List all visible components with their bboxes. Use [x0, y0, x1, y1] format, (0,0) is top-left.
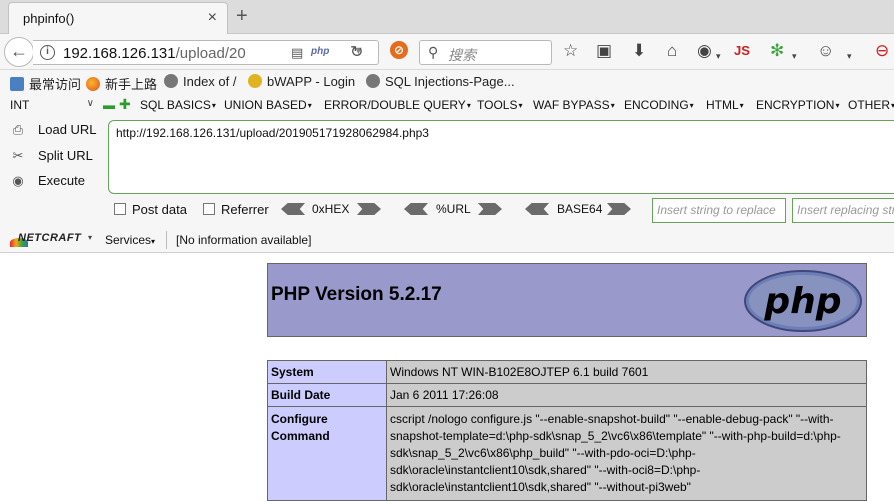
hackbar-url-value: http://192.168.126.131/upload/2019051719… — [116, 126, 429, 140]
addon-globe-icon[interactable]: ◉ — [697, 42, 712, 60]
insert-string-input[interactable]: Insert string to replace — [652, 198, 786, 223]
services-menu[interactable]: Services▾ — [105, 233, 155, 247]
replacing-string-input[interactable]: Insert replacing string — [792, 198, 894, 223]
back-arrow-icon[interactable]: ← — [4, 37, 34, 67]
menu-encoding[interactable]: ENCODING▾ — [624, 98, 694, 112]
menu-union-based[interactable]: UNION BASED▾ — [224, 98, 312, 112]
palette-icon[interactable]: ☺ — [817, 42, 834, 60]
divider — [166, 231, 167, 249]
close-tab-icon[interactable]: × — [208, 10, 217, 26]
plus-icon[interactable]: ✚ — [119, 96, 131, 113]
table-row: System Windows NT WIN-B102E8OJTEP 6.1 bu… — [267, 360, 867, 384]
post-data-checkbox[interactable]: Post data — [114, 202, 187, 217]
tab-phpinfo[interactable]: phpinfo() × — [8, 2, 228, 34]
bookmarks-bar: 最常访问 新手上路 Index of / bWAPP - Login SQL I… — [0, 70, 894, 95]
row-key: Configure Command — [267, 406, 387, 501]
php-logo-text: php — [763, 281, 841, 322]
execute-button[interactable]: ◉ Execute — [10, 173, 85, 189]
tab-title: phpinfo() — [23, 11, 75, 26]
url-decode-arrow-icon[interactable] — [404, 203, 428, 215]
php-logo-icon: php — [744, 270, 862, 332]
table-row: Configure Command cscript /nologo config… — [267, 406, 867, 501]
user-agent-dropdown-icon[interactable]: ▾ — [792, 47, 797, 65]
javascript-toggle-icon[interactable]: JS — [734, 43, 750, 58]
page-title: PHP Version 5.2.17 — [271, 284, 442, 305]
globe-icon — [366, 74, 380, 88]
row-value: cscript /nologo configure.js "--enable-s… — [386, 406, 867, 501]
url-label: %URL — [436, 202, 471, 216]
firefox-icon — [86, 77, 100, 91]
bookmark-sql-injections[interactable]: SQL Injections-Page... — [366, 74, 515, 89]
block-icon[interactable]: ⊖ — [875, 42, 889, 60]
row-value: Windows NT WIN-B102E8OJTEP 6.1 build 760… — [386, 360, 867, 384]
site-info-text: [No information available] — [176, 233, 312, 247]
phpinfo-table: System Windows NT WIN-B102E8OJTEP 6.1 bu… — [267, 360, 867, 501]
minus-icon[interactable]: ▬ — [103, 98, 115, 112]
netcraft-toolbar: NETCRAFT ▾ Services▾ [No information ava… — [0, 228, 894, 253]
table-row: Build Date Jan 6 2011 17:26:08 — [267, 383, 867, 407]
user-agent-icon[interactable]: ✻ — [770, 42, 784, 60]
reload-icon[interactable]: ↻ — [350, 42, 363, 62]
addon-dropdown-icon[interactable]: ▾ — [716, 47, 721, 65]
bee-icon — [248, 74, 262, 88]
menu-html[interactable]: HTML▾ — [706, 98, 744, 112]
menu-waf-bypass[interactable]: WAF BYPASS▾ — [533, 98, 615, 112]
site-info-icon[interactable]: i — [40, 45, 55, 60]
globe-icon — [164, 74, 178, 88]
reader-view-icon[interactable]: ▤ — [291, 45, 303, 61]
bookmark-getting-started[interactable]: 新手上路 — [86, 74, 157, 93]
bookmark-index-of[interactable]: Index of / — [164, 74, 236, 89]
load-url-button[interactable]: ⎙ Load URL — [10, 122, 97, 138]
home-icon[interactable]: ⌂ — [667, 42, 677, 60]
hex-decode-arrow-icon[interactable] — [281, 203, 305, 215]
menu-error-double-query[interactable]: ERROR/DOUBLE QUERY▾ — [324, 98, 471, 112]
hex-label: 0xHEX — [312, 202, 350, 216]
search-input[interactable]: ⚲ 搜索 — [419, 40, 552, 65]
hackbar-type-select[interactable]: INT ∨ — [10, 98, 96, 114]
noscript-icon[interactable]: ⊘ — [390, 41, 408, 59]
base64-label: BASE64 — [557, 202, 603, 216]
download-icon[interactable]: ⬇ — [632, 42, 646, 60]
netcraft-dropdown-icon[interactable]: ▾ — [88, 233, 92, 242]
menu-tools[interactable]: TOOLS▾ — [477, 98, 522, 112]
chevron-down-icon: ∨ — [86, 98, 94, 109]
bookmark-folder-icon — [10, 77, 24, 91]
address-bar[interactable]: i 192.168.126.131/upload/20 ▤ php ▼ — [33, 40, 379, 65]
load-url-icon: ⎙ — [12, 122, 24, 137]
php-version-header: PHP Version 5.2.17 php — [267, 263, 867, 337]
hackbar-menu: INT ∨ ▬ ✚ SQL BASICS▾ UNION BASED▾ ERROR… — [0, 95, 894, 117]
search-icon: ⚲ — [428, 44, 439, 60]
row-key: Build Date — [267, 383, 387, 407]
split-url-button[interactable]: ✂ Split URL — [10, 148, 93, 164]
split-url-icon: ✂ — [12, 148, 24, 163]
referrer-checkbox[interactable]: Referrer — [203, 202, 269, 217]
hackbar-url-textarea[interactable]: http://192.168.126.131/upload/2019051719… — [108, 120, 894, 194]
bookmark-bwapp[interactable]: bWAPP - Login — [248, 74, 355, 89]
base64-encode-arrow-icon[interactable] — [607, 203, 631, 215]
bookmark-star-icon[interactable]: ☆ — [563, 42, 578, 60]
menu-sql-basics[interactable]: SQL BASICS▾ — [140, 98, 216, 112]
row-key: System — [267, 360, 387, 384]
base64-decode-arrow-icon[interactable] — [525, 203, 549, 215]
tab-strip: phpinfo() × + — [0, 0, 894, 34]
url-text[interactable]: 192.168.126.131/upload/20 — [63, 45, 283, 62]
url-encode-arrow-icon[interactable] — [478, 203, 502, 215]
menu-encryption[interactable]: ENCRYPTION▾ — [756, 98, 839, 112]
menu-dropdown-icon[interactable]: ▾ — [847, 47, 852, 65]
bookmark-most-visited[interactable]: 最常访问 — [10, 74, 81, 93]
hackbar-panel: ⎙ Load URL ✂ Split URL ◉ Execute http://192… — [0, 117, 894, 228]
row-value: Jan 6 2011 17:26:08 — [386, 383, 867, 407]
reading-list-icon[interactable]: ▣ — [596, 42, 612, 60]
new-tab-icon[interactable]: + — [236, 6, 248, 26]
execute-icon: ◉ — [12, 173, 24, 188]
netcraft-logo[interactable]: NETCRAFT — [10, 232, 81, 248]
php-badge-icon: php — [311, 46, 330, 57]
hex-encode-arrow-icon[interactable] — [357, 203, 381, 215]
menu-other[interactable]: OTHER▾ — [848, 98, 894, 112]
